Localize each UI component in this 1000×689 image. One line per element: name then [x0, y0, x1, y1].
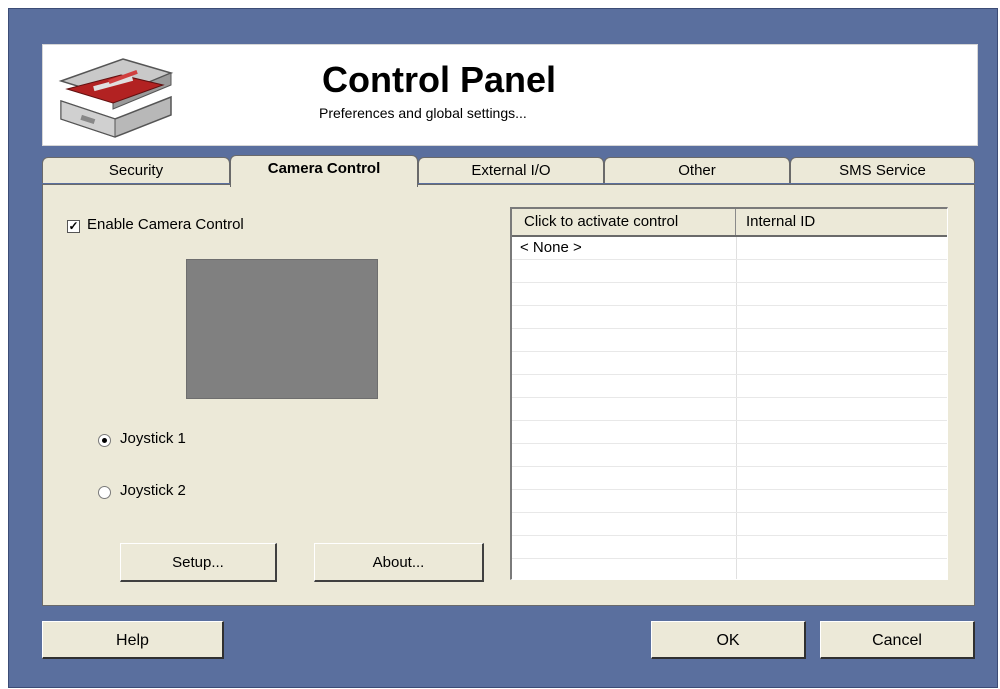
list-empty-row: [512, 398, 947, 421]
list-empty-row: [512, 559, 947, 579]
column-divider: [736, 329, 737, 351]
help-button[interactable]: Help: [42, 621, 224, 659]
column-divider: [736, 421, 737, 443]
list-empty-row: [512, 536, 947, 559]
ok-button[interactable]: OK: [651, 621, 806, 659]
list-rows: < None >: [512, 237, 947, 579]
list-empty-row: [512, 283, 947, 306]
radio-selected-dot: [102, 438, 107, 443]
tab-sms-service[interactable]: SMS Service: [790, 157, 975, 183]
column-divider: [736, 513, 737, 535]
cancel-button[interactable]: Cancel: [820, 621, 975, 659]
page-title: Control Panel: [322, 59, 557, 100]
list-empty-row: [512, 306, 947, 329]
list-empty-row: [512, 444, 947, 467]
list-empty-row: [512, 352, 947, 375]
column-divider: [736, 398, 737, 420]
list-empty-row: [512, 260, 947, 283]
joystick2-label: Joystick 2: [120, 482, 186, 499]
tab-external-io[interactable]: External I/O: [418, 157, 604, 183]
list-empty-row: [512, 513, 947, 536]
joystick1-label: Joystick 1: [120, 430, 186, 447]
enable-camera-checkbox[interactable]: ✓: [67, 220, 80, 233]
page-subtitle: Preferences and global settings...: [319, 105, 527, 121]
column-header-control[interactable]: Click to activate control: [512, 209, 736, 235]
joystick2-radio[interactable]: [98, 486, 111, 499]
control-list[interactable]: Click to activate control Internal ID < …: [510, 207, 948, 580]
toolbox-icon: [58, 58, 174, 138]
tab-security[interactable]: Security: [42, 157, 230, 183]
list-empty-row: [512, 375, 947, 398]
list-empty-row: [512, 490, 947, 513]
column-divider: [736, 467, 737, 489]
setup-button[interactable]: Setup...: [120, 543, 277, 582]
column-divider: [736, 490, 737, 512]
tab-camera-control[interactable]: Camera Control: [230, 155, 418, 187]
column-header-internal-id[interactable]: Internal ID: [736, 209, 947, 235]
list-item-control: < None >: [520, 239, 582, 256]
header-banner: Control Panel Preferences and global set…: [42, 44, 978, 146]
column-divider: [736, 306, 737, 328]
enable-camera-label: Enable Camera Control: [87, 216, 244, 233]
list-empty-row: [512, 467, 947, 490]
tab-other[interactable]: Other: [604, 157, 790, 183]
list-empty-row: [512, 329, 947, 352]
column-divider: [736, 536, 737, 558]
column-divider: [736, 444, 737, 466]
list-header: Click to activate control Internal ID: [512, 209, 947, 237]
column-divider: [736, 375, 737, 397]
list-item[interactable]: < None >: [512, 237, 947, 260]
column-divider: [736, 352, 737, 374]
list-empty-row: [512, 421, 947, 444]
column-divider: [736, 237, 737, 259]
column-divider: [736, 559, 737, 579]
about-button[interactable]: About...: [314, 543, 484, 582]
column-divider: [736, 260, 737, 282]
joystick1-radio[interactable]: [98, 434, 111, 447]
column-divider: [736, 283, 737, 305]
camera-preview: [186, 259, 378, 399]
